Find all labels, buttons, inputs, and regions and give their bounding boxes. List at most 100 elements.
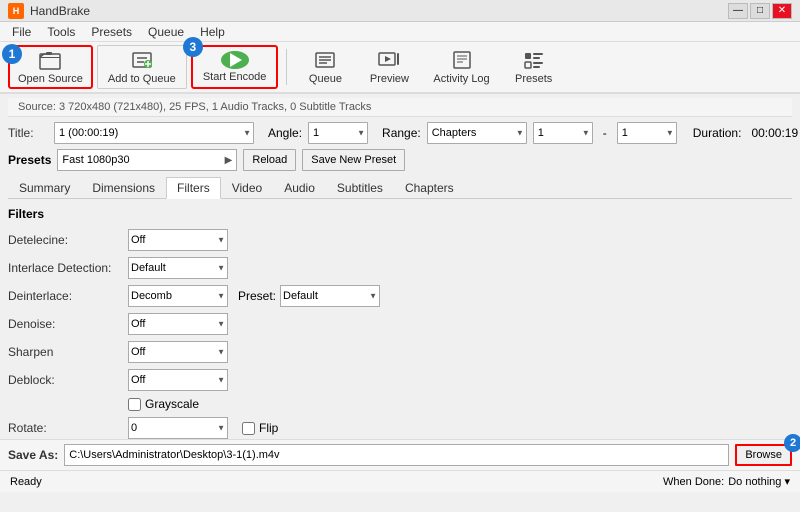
deinterlace-select[interactable]: Decomb <box>128 285 228 307</box>
deinterlace-label: Deinterlace: <box>8 289 128 303</box>
open-source-icon <box>38 49 62 71</box>
range-from-select[interactable]: 1 <box>533 122 593 144</box>
activity-log-icon <box>450 49 474 71</box>
title-bar: H HandBrake — □ ✕ <box>0 0 800 22</box>
browse-button[interactable]: Browse <box>735 444 792 466</box>
preview-button[interactable]: Preview <box>359 45 419 89</box>
interlace-detection-label: Interlace Detection: <box>8 261 128 275</box>
when-done-value[interactable]: Do nothing ▾ <box>728 475 790 488</box>
deblock-row: Deblock: Off <box>8 369 792 391</box>
main-area: Source: 3 720x480 (721x480), 25 FPS, 1 A… <box>0 94 800 492</box>
presets-button[interactable]: Presets <box>504 45 564 89</box>
interlace-detection-row: Interlace Detection: Default <box>8 257 792 279</box>
maximize-btn[interactable]: □ <box>750 3 770 19</box>
presets-label: Presets <box>515 73 552 85</box>
save-as-path[interactable] <box>64 444 729 466</box>
menu-file[interactable]: File <box>4 23 39 41</box>
window-controls[interactable]: — □ ✕ <box>728 3 792 19</box>
badge-start-encode: 3 <box>183 37 203 57</box>
start-encode-button[interactable]: Start Encode <box>191 45 279 89</box>
queue-label: Queue <box>309 73 342 85</box>
flip-label[interactable]: Flip <box>259 421 278 435</box>
denoise-select[interactable]: Off <box>128 313 228 335</box>
detelecine-label: Detelecine: <box>8 233 128 247</box>
activity-log-label: Activity Log <box>433 73 489 85</box>
range-label: Range: <box>382 126 421 140</box>
range-to-select[interactable]: 1 <box>617 122 677 144</box>
browse-btn-wrap: Browse 2 <box>735 444 792 466</box>
interlace-detection-select[interactable]: Default <box>128 257 228 279</box>
deinterlace-preset-select[interactable]: Default <box>280 285 380 307</box>
open-source-label: Open Source <box>18 73 83 85</box>
tab-chapters[interactable]: Chapters <box>394 177 465 198</box>
range-type-select[interactable]: Chapters <box>427 122 527 144</box>
preview-label: Preview <box>370 73 409 85</box>
grayscale-row: Grayscale <box>128 397 792 411</box>
rotate-row: Rotate: 0 Flip <box>8 417 792 439</box>
toolbar: 1 Open Source Add to Queue 3 <box>0 42 800 94</box>
sharpen-select[interactable]: Off <box>128 341 228 363</box>
flip-checkbox[interactable] <box>242 422 255 435</box>
save-as-label: Save As: <box>8 448 58 462</box>
grayscale-label[interactable]: Grayscale <box>145 397 199 411</box>
title-label: Title: <box>8 126 48 140</box>
source-bar: Source: 3 720x480 (721x480), 25 FPS, 1 A… <box>8 98 792 117</box>
duration-label: Duration: <box>693 126 742 140</box>
duration-value: 00:00:19 <box>751 126 798 140</box>
app-icon: H <box>8 3 24 19</box>
tab-audio[interactable]: Audio <box>273 177 326 198</box>
deblock-label: Deblock: <box>8 373 128 387</box>
tab-filters[interactable]: Filters <box>166 177 221 199</box>
save-as-bar: Save As: Browse 2 <box>0 439 800 470</box>
presets-row-label: Presets <box>8 153 51 167</box>
menu-presets[interactable]: Presets <box>83 23 140 41</box>
title-select[interactable]: 1 (00:00:19) <box>54 122 254 144</box>
angle-label: Angle: <box>268 126 302 140</box>
menu-tools[interactable]: Tools <box>39 23 83 41</box>
deinterlace-row: Deinterlace: Decomb Preset: Default <box>8 285 792 307</box>
close-btn[interactable]: ✕ <box>772 3 792 19</box>
deinterlace-preset-label: Preset: <box>238 289 276 303</box>
deblock-select[interactable]: Off <box>128 369 228 391</box>
app-title: HandBrake <box>30 4 90 18</box>
reload-button[interactable]: Reload <box>243 149 296 171</box>
save-new-preset-button[interactable]: Save New Preset <box>302 149 405 171</box>
start-encode-label: Start Encode <box>203 71 267 83</box>
tab-subtitles[interactable]: Subtitles <box>326 177 394 198</box>
queue-button[interactable]: Queue <box>295 45 355 89</box>
tab-video[interactable]: Video <box>221 177 273 198</box>
badge-browse: 2 <box>784 434 800 452</box>
filters-title: Filters <box>8 207 792 221</box>
add-to-queue-label: Add to Queue <box>108 73 176 85</box>
denoise-label: Denoise: <box>8 317 128 331</box>
title-row: Title: 1 (00:00:19) Angle: 1 Range: Chap… <box>8 122 792 144</box>
add-to-queue-icon <box>130 49 154 71</box>
source-info: 3 720x480 (721x480), 25 FPS, 1 Audio Tra… <box>59 101 371 113</box>
sharpen-label: Sharpen <box>8 345 128 359</box>
detelecine-row: Detelecine: Off <box>8 229 792 251</box>
preset-arrow: ▶ <box>225 155 233 166</box>
tabs: Summary Dimensions Filters Video Audio S… <box>8 177 792 199</box>
when-done-section: When Done: Do nothing ▾ <box>663 475 790 488</box>
tab-dimensions[interactable]: Dimensions <box>81 177 166 198</box>
grayscale-checkbox[interactable] <box>128 398 141 411</box>
queue-icon <box>313 49 337 71</box>
angle-select[interactable]: 1 <box>308 122 368 144</box>
status-bar: Ready When Done: Do nothing ▾ <box>0 470 800 492</box>
tab-summary[interactable]: Summary <box>8 177 81 198</box>
preset-selector[interactable]: Fast 1080p30 ▶ <box>57 149 237 171</box>
menu-queue[interactable]: Queue <box>140 23 192 41</box>
filters-section: Filters Detelecine: Off Interlace Detect… <box>8 207 792 439</box>
presets-icon <box>522 49 546 71</box>
badge-open-source: 1 <box>2 44 22 64</box>
activity-log-button[interactable]: Activity Log <box>423 45 499 89</box>
preview-icon <box>377 49 401 71</box>
add-to-queue-button[interactable]: Add to Queue <box>97 45 187 89</box>
minimize-btn[interactable]: — <box>728 3 748 19</box>
sharpen-row: Sharpen Off <box>8 341 792 363</box>
rotate-select[interactable]: 0 <box>128 417 228 439</box>
detelecine-select[interactable]: Off <box>128 229 228 251</box>
start-encode-icon <box>221 51 249 69</box>
source-label: Source: <box>18 101 56 113</box>
when-done-label: When Done: <box>663 476 724 488</box>
